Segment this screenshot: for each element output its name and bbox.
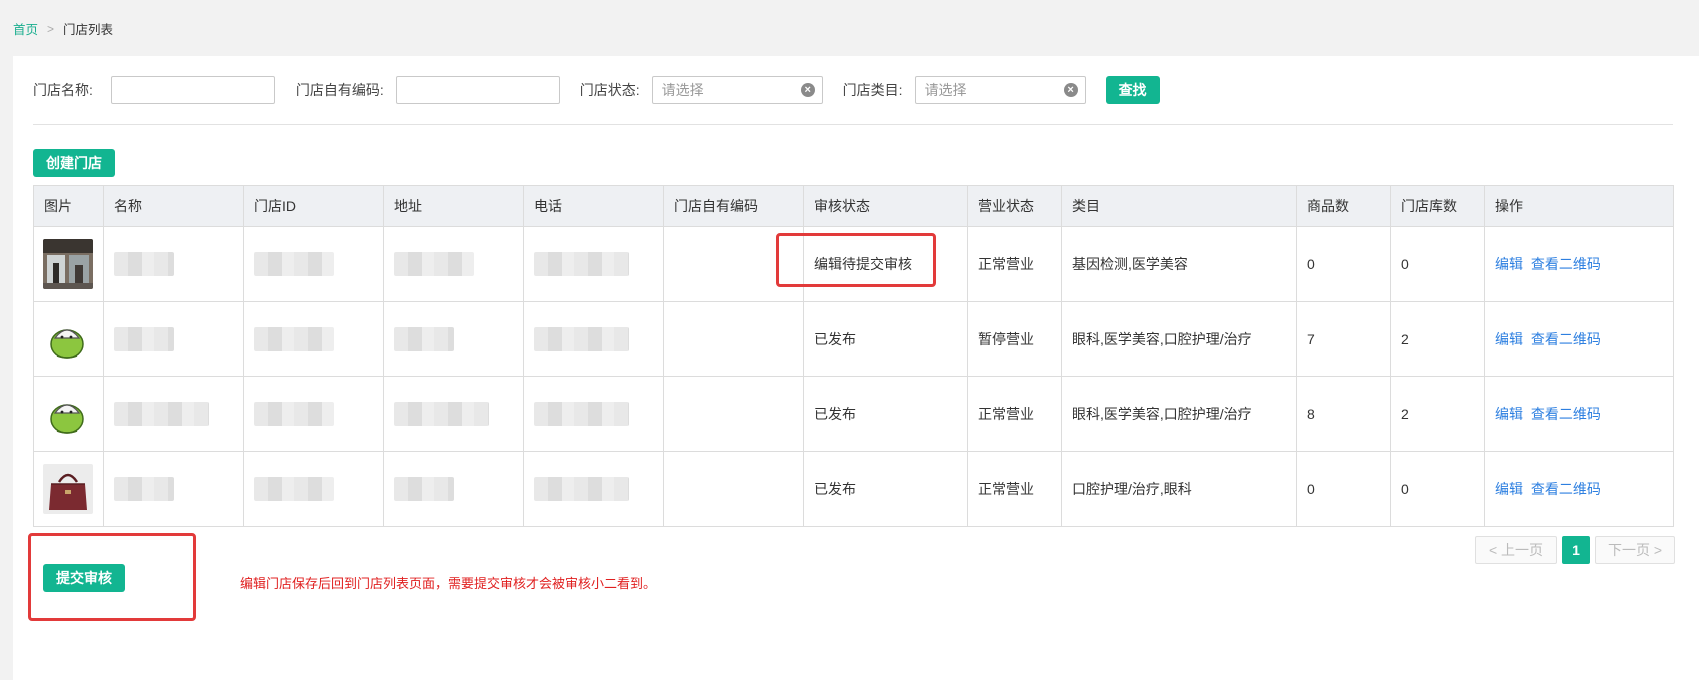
category-cell: 眼科,医学美容,口腔护理/治疗 xyxy=(1061,376,1297,452)
store-category-placeholder: 请选择 xyxy=(924,82,967,98)
category-cell: 口腔护理/治疗,眼科 xyxy=(1061,451,1297,527)
redacted-name xyxy=(114,327,174,351)
store-status-label: 门店状态: xyxy=(579,82,640,98)
store-status-select[interactable]: 请选择 × xyxy=(651,76,823,104)
view-qrcode-link[interactable]: 查看二维码 xyxy=(1531,406,1601,422)
table-header-row: 图片 名称 门店ID 地址 电话 门店自有编码 审核状态 营业状态 类目 商品数… xyxy=(33,185,1674,227)
page-1-button[interactable]: 1 xyxy=(1562,536,1590,564)
divider xyxy=(33,124,1673,125)
col-header-store-id: 门店ID xyxy=(243,185,384,227)
col-header-audit-status: 审核状态 xyxy=(803,185,968,227)
edit-link[interactable]: 编辑 xyxy=(1495,256,1523,272)
business-status-cell: 正常营业 xyxy=(967,451,1062,527)
table-row: 已发布 正常营业 口腔护理/治疗,眼科 0 0 编辑 查看二维码 xyxy=(33,451,1674,527)
stock-count-cell: 0 xyxy=(1390,226,1485,302)
business-status-cell: 正常营业 xyxy=(967,376,1062,452)
goods-count-cell: 7 xyxy=(1296,301,1391,377)
audit-status-cell: 已发布 xyxy=(803,376,968,452)
business-status-cell: 暂停营业 xyxy=(967,301,1062,377)
category-cell: 基因检测,医学美容 xyxy=(1061,226,1297,302)
redacted-store-id xyxy=(254,327,334,351)
store-name-label: 门店名称: xyxy=(33,82,93,98)
edit-link[interactable]: 编辑 xyxy=(1495,481,1523,497)
breadcrumb-current: 门店列表 xyxy=(63,23,114,37)
redacted-address xyxy=(394,477,454,501)
own-code-cell xyxy=(663,301,804,377)
edit-link[interactable]: 编辑 xyxy=(1495,406,1523,422)
col-header-business-status: 营业状态 xyxy=(967,185,1062,227)
store-name-input[interactable] xyxy=(110,76,275,104)
goods-count-cell: 0 xyxy=(1296,226,1391,302)
own-code-input[interactable] xyxy=(395,76,560,104)
redacted-address xyxy=(394,327,454,351)
own-code-label: 门店自有编码: xyxy=(295,82,384,98)
dumpling-mascot-image xyxy=(43,389,93,439)
storefront-photo-image xyxy=(43,239,93,289)
clear-icon[interactable]: × xyxy=(1063,83,1078,97)
breadcrumb: 首页 > 门店列表 xyxy=(13,19,113,38)
store-category-label: 门店类目: xyxy=(842,82,903,98)
edit-link[interactable]: 编辑 xyxy=(1495,331,1523,347)
filter-bar: 门店名称: 门店自有编码: 门店状态: 请选择 × 门店类目: 请选择 × 查找 xyxy=(33,76,1160,104)
col-header-actions: 操作 xyxy=(1484,185,1674,227)
col-header-own-code: 门店自有编码 xyxy=(663,185,804,227)
view-qrcode-link[interactable]: 查看二维码 xyxy=(1531,481,1601,497)
category-cell: 眼科,医学美容,口腔护理/治疗 xyxy=(1061,301,1297,377)
col-header-stock-count: 门店库数 xyxy=(1390,185,1485,227)
redacted-phone xyxy=(534,327,629,351)
goods-count-cell: 0 xyxy=(1296,451,1391,527)
goods-count-cell: 8 xyxy=(1296,376,1391,452)
col-header-goods-count: 商品数 xyxy=(1296,185,1391,227)
own-code-cell xyxy=(663,451,804,527)
table-row: 已发布 暂停营业 眼科,医学美容,口腔护理/治疗 7 2 编辑 查看二维码 xyxy=(33,301,1674,377)
store-category-select[interactable]: 请选择 × xyxy=(914,76,1086,104)
next-page-label: 下一页 xyxy=(1607,542,1650,558)
redacted-name xyxy=(114,477,174,501)
redacted-store-id xyxy=(254,252,334,276)
audit-status-cell: 已发布 xyxy=(803,451,968,527)
redacted-name xyxy=(114,402,209,426)
audit-status-cell: 已发布 xyxy=(803,301,968,377)
search-button[interactable]: 查找 xyxy=(1105,76,1160,104)
create-store-button[interactable]: 创建门店 xyxy=(33,149,115,177)
own-code-cell xyxy=(663,376,804,452)
prev-page-label: 上一页 xyxy=(1501,542,1544,558)
audit-status-highlight-box xyxy=(776,233,936,287)
stock-count-cell: 0 xyxy=(1390,451,1485,527)
view-qrcode-link[interactable]: 查看二维码 xyxy=(1531,331,1601,347)
col-header-address: 地址 xyxy=(383,185,524,227)
stock-count-cell: 2 xyxy=(1390,301,1485,377)
redacted-name xyxy=(114,252,174,276)
redacted-address xyxy=(394,252,474,276)
view-qrcode-link[interactable]: 查看二维码 xyxy=(1531,256,1601,272)
redacted-store-id xyxy=(254,402,334,426)
col-header-category: 类目 xyxy=(1061,185,1297,227)
redacted-address xyxy=(394,402,489,426)
dumpling-mascot-image xyxy=(43,314,93,364)
breadcrumb-separator: > xyxy=(47,21,55,36)
table-row: 已发布 正常营业 眼科,医学美容,口腔护理/治疗 8 2 编辑 查看二维码 xyxy=(33,376,1674,452)
stock-count-cell: 2 xyxy=(1390,376,1485,452)
breadcrumb-home-link[interactable]: 首页 xyxy=(13,19,38,38)
redacted-phone xyxy=(534,477,629,501)
col-header-phone: 电话 xyxy=(523,185,664,227)
redacted-phone xyxy=(534,402,629,426)
redacted-phone xyxy=(534,252,629,276)
business-status-cell: 正常营业 xyxy=(967,226,1062,302)
col-header-name: 名称 xyxy=(103,185,244,227)
handbag-photo-image xyxy=(43,464,93,514)
clear-icon[interactable]: × xyxy=(800,83,815,97)
submit-review-button[interactable]: 提交审核 xyxy=(43,564,125,592)
submit-notice: 编辑门店保存后回到门店列表页面，需要提交审核才会被审核小二看到。 xyxy=(240,576,657,591)
prev-page-button[interactable]: < 上一页 xyxy=(1475,536,1557,564)
store-status-placeholder: 请选择 xyxy=(661,82,704,98)
col-header-image: 图片 xyxy=(33,185,104,227)
redacted-store-id xyxy=(254,477,334,501)
next-page-button[interactable]: 下一页 > xyxy=(1595,536,1675,564)
pagination: < 上一页 1 下一页 > xyxy=(1475,536,1675,564)
